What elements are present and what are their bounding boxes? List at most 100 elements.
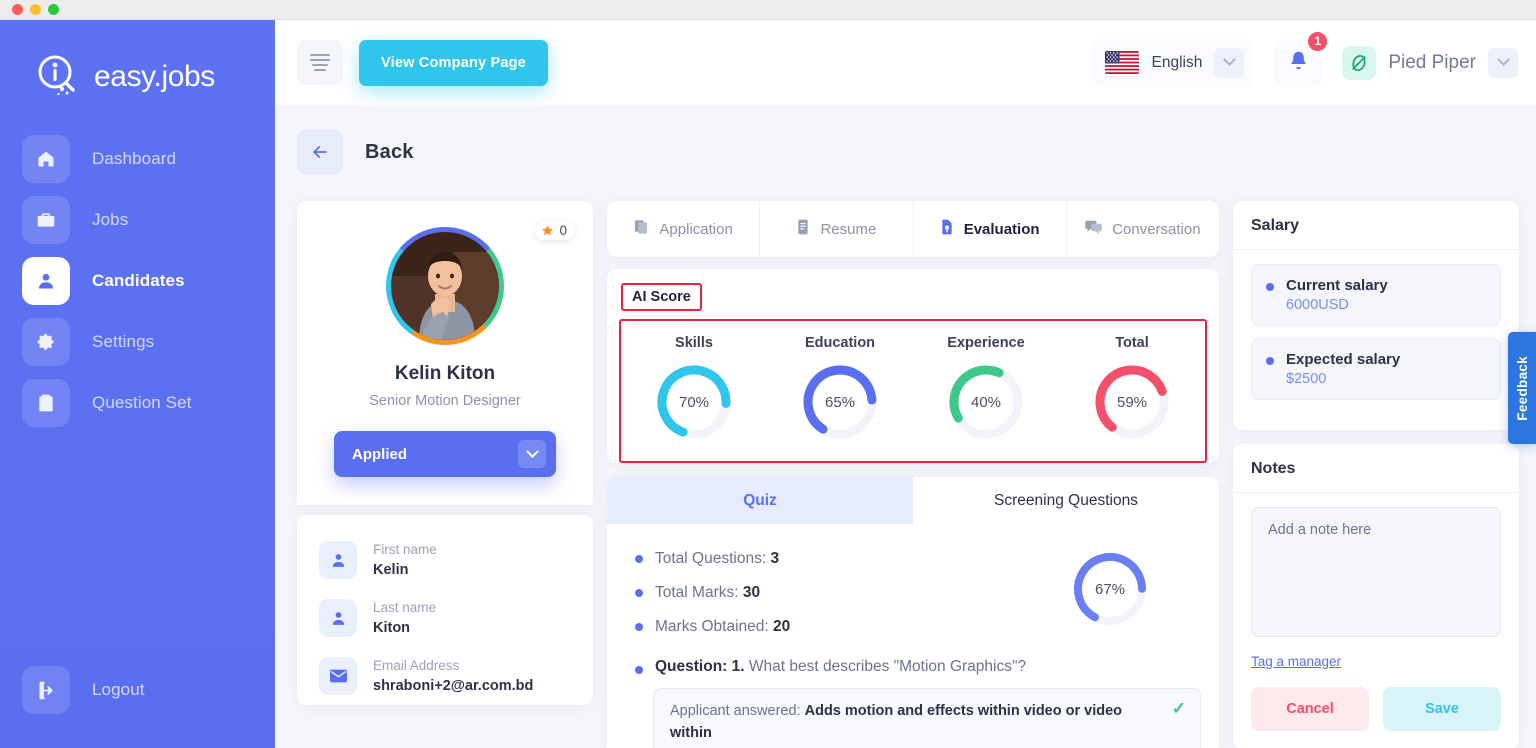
tab-resume[interactable]: Resume — [760, 201, 914, 257]
us-flag-icon — [1105, 51, 1140, 74]
tag-a-manager-link[interactable]: Tag a manager — [1251, 654, 1341, 669]
user-name: Pied Piper — [1388, 51, 1476, 73]
arrow-left-icon — [313, 146, 327, 158]
person-icon — [319, 599, 357, 637]
right-column: Salary Current salary 6000USD Expected s… — [1233, 201, 1519, 748]
sidebar-item-candidates[interactable]: Candidates — [22, 256, 253, 306]
chevron-down-icon[interactable] — [1214, 47, 1245, 78]
gauge-skills: Skills 70% — [621, 335, 767, 445]
language-label: English — [1151, 53, 1203, 71]
language-selector[interactable]: English — [1093, 38, 1253, 87]
field-value: Kiton — [373, 620, 411, 636]
gauge-value: 40% — [970, 393, 1002, 411]
sidebar-nav: Dashboard Jobs Candidates Settings Quest… — [0, 134, 275, 428]
field-label: Last name — [373, 600, 437, 615]
gauge-label: Education — [804, 335, 876, 351]
star-icon — [542, 225, 554, 236]
gauge-ring: 70% — [651, 359, 737, 445]
logout-button[interactable]: Logout — [22, 666, 145, 714]
gauge-ring: 40% — [943, 359, 1029, 445]
minimize-window-button[interactable] — [30, 4, 41, 15]
gauge-label: Skills — [675, 335, 713, 351]
salary-label: Current salary — [1286, 277, 1388, 294]
question-text: What best describes "Motion Graphics"? — [748, 658, 1027, 675]
salary-title: Salary — [1233, 201, 1519, 250]
candidate-status-dropdown[interactable]: Applied — [334, 431, 556, 477]
easyjobs-logo-icon — [34, 52, 84, 102]
tab-quiz[interactable]: Quiz — [607, 477, 913, 524]
salary-card: Salary Current salary 6000USD Expected s… — [1233, 201, 1519, 430]
tab-label: Conversation — [1112, 220, 1201, 238]
detail-tabs: Application Resume Evaluation Conversati… — [607, 201, 1219, 257]
sidebar-item-question-set[interactable]: Question Set — [22, 378, 253, 428]
note-actions: Cancel Save — [1251, 687, 1501, 731]
tab-screening-questions[interactable]: Screening Questions — [913, 477, 1219, 524]
bullet-icon — [1266, 357, 1274, 365]
candidate-field-email: Email Address shraboni+2@ar.com.bd — [297, 647, 593, 705]
bullet-icon — [635, 666, 643, 674]
field-label: First name — [373, 542, 437, 557]
tab-application[interactable]: Application — [607, 201, 761, 257]
back-button[interactable] — [297, 129, 343, 175]
user-icon — [22, 257, 70, 305]
sidebar-item-settings[interactable]: Settings — [22, 317, 253, 367]
note-input[interactable] — [1251, 507, 1501, 637]
salary-body: Current salary 6000USD Expected salary $… — [1233, 250, 1519, 430]
gear-icon — [22, 318, 70, 366]
star-rating-badge[interactable]: 0 — [535, 221, 575, 240]
sidebar-item-dashboard[interactable]: Dashboard — [22, 134, 253, 184]
tab-conversation[interactable]: Conversation — [1067, 201, 1219, 257]
zoom-window-button[interactable] — [48, 4, 59, 15]
candidate-details-card: First name Kelin Last name Kiton Email A… — [297, 515, 593, 705]
gauge-label: Experience — [947, 335, 1025, 351]
candidate-field-last-name: Last name Kiton — [297, 589, 593, 647]
logout-icon — [22, 666, 70, 714]
view-company-page-button[interactable]: View Company Page — [359, 39, 548, 86]
candidate-field-first-name: First name Kelin — [297, 531, 593, 589]
person-icon — [319, 541, 357, 579]
salary-value: $2500 — [1286, 371, 1327, 387]
hamburger-icon[interactable] — [297, 39, 343, 86]
chevron-down-icon — [518, 440, 546, 468]
sidebar: easy.jobs Dashboard Jobs Candidates Sett… — [0, 20, 275, 748]
feedback-tab[interactable]: Feedback — [1508, 332, 1536, 444]
tab-evaluation[interactable]: Evaluation — [913, 201, 1067, 257]
chevron-down-icon[interactable] — [1488, 47, 1518, 78]
gauge-ring: 67% — [1067, 546, 1153, 632]
field-value: shraboni+2@ar.com.bd — [373, 678, 534, 694]
cancel-button[interactable]: Cancel — [1251, 687, 1369, 731]
close-window-button[interactable] — [12, 4, 23, 15]
ai-score-gauges: Skills 70% Education 65% Experience 40% … — [619, 319, 1207, 463]
quiz-score-gauge: 67% — [1067, 546, 1153, 632]
stat-label: Marks Obtained: — [655, 618, 769, 635]
bell-icon — [1288, 50, 1309, 76]
stat-label: Total Questions: — [655, 550, 767, 567]
sidebar-item-jobs[interactable]: Jobs — [22, 195, 253, 245]
quiz-body: 67% Total Questions: 3 Total Marks: 30 M… — [607, 524, 1219, 748]
brand: easy.jobs — [0, 20, 275, 102]
application-icon — [633, 219, 649, 239]
notifications-button[interactable]: 1 — [1274, 29, 1330, 87]
sidebar-item-label: Candidates — [92, 271, 185, 290]
salary-current: Current salary 6000USD — [1251, 264, 1501, 326]
user-menu[interactable]: Pied Piper — [1342, 45, 1518, 80]
home-icon — [22, 135, 70, 183]
save-button[interactable]: Save — [1383, 687, 1501, 731]
gauge-ring: 59% — [1089, 359, 1175, 445]
notes-title: Notes — [1233, 444, 1519, 493]
app-window: easy.jobs Dashboard Jobs Candidates Sett… — [0, 0, 1536, 748]
stat-value: 3 — [770, 550, 780, 567]
candidate-status-value: Applied — [352, 445, 407, 463]
ai-score-panel: AI Score Skills 70% Education 65% Experi… — [607, 269, 1219, 463]
check-icon: ✓ — [1171, 699, 1186, 718]
candidate-column: 0 Kelin Kiton Senior Motion Designer App… — [297, 201, 593, 705]
candidate-name: Kelin Kiton — [394, 363, 496, 384]
quiz-question-1: Question: 1. What best describes "Motion… — [607, 644, 1219, 676]
evaluation-column: Application Resume Evaluation Conversati… — [607, 201, 1219, 748]
gauge-value: 70% — [678, 393, 710, 411]
bullet-icon — [635, 589, 643, 597]
sidebar-item-label: Jobs — [92, 210, 129, 229]
feedback-label: Feedback — [1514, 355, 1530, 421]
sidebar-item-label: Settings — [92, 332, 155, 351]
ai-score-header: AI Score — [607, 269, 1219, 311]
